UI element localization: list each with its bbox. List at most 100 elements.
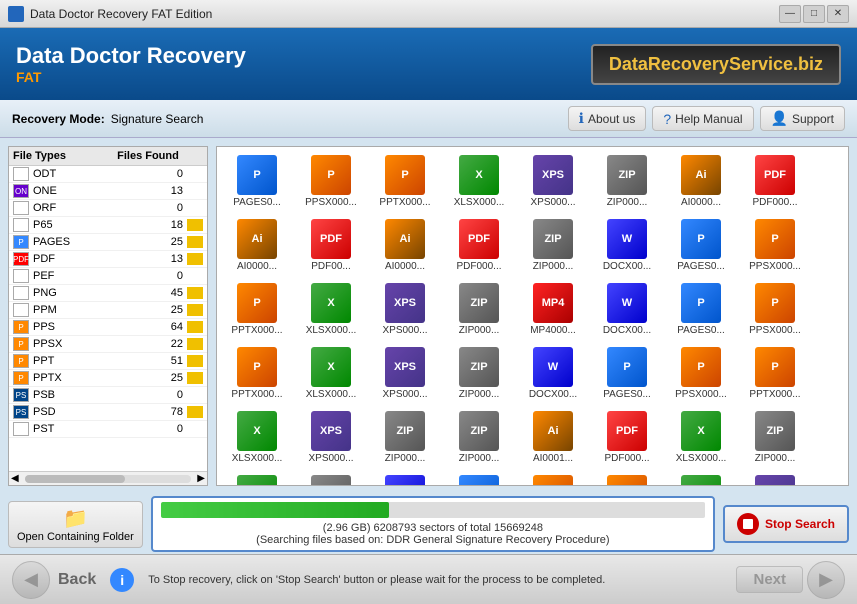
grid-file-item[interactable]: P PPSX000... <box>295 151 367 213</box>
grid-file-item[interactable]: PPAGES0... <box>221 151 293 213</box>
user-icon: 👤 <box>771 110 788 127</box>
grid-file-label: PPSX000... <box>668 389 734 401</box>
grid-file-item[interactable]: AiAI0001... <box>517 407 589 469</box>
grid-file-label: PPSX000... <box>742 325 808 337</box>
grid-file-item[interactable]: ZIPZIP000... <box>443 343 515 405</box>
grid-file-item[interactable]: MP4MP4000... <box>517 279 589 341</box>
grid-file-item[interactable]: XXLSX000... <box>221 471 293 486</box>
file-type-row[interactable]: PPPTX25 <box>9 370 207 387</box>
file-type-row[interactable]: PPPT51 <box>9 353 207 370</box>
file-type-icon: ON <box>13 184 29 198</box>
file-type-row[interactable]: ONONE13 <box>9 183 207 200</box>
file-type-bar <box>187 338 203 350</box>
grid-file-item[interactable]: ZIPZIP000... <box>295 471 367 486</box>
file-type-bar <box>187 372 203 384</box>
grid-file-label: ZIP000... <box>594 197 660 209</box>
file-type-row[interactable]: PPM25 <box>9 302 207 319</box>
mp4-file-icon: MP4 <box>533 283 573 323</box>
grid-file-item[interactable]: WDOCX00... <box>591 279 663 341</box>
file-type-row[interactable]: PST0 <box>9 421 207 438</box>
file-type-row[interactable]: PPAGES25 <box>9 234 207 251</box>
nav-info-icon: i <box>110 568 134 592</box>
about-button[interactable]: ℹ About us <box>568 106 647 131</box>
file-type-row[interactable]: ORF0 <box>9 200 207 217</box>
grid-file-item[interactable]: XXLSX000... <box>295 343 367 405</box>
grid-file-item[interactable]: PDFPDF000... <box>591 407 663 469</box>
titlebar: Data Doctor Recovery FAT Edition — □ ✕ <box>0 0 857 28</box>
grid-file-item[interactable]: PPPTX000... <box>591 471 663 486</box>
grid-file-item[interactable]: PPPTX000... <box>221 279 293 341</box>
grid-file-item[interactable]: WDOCX00... <box>517 343 589 405</box>
scroll-right-btn[interactable]: ▶ <box>195 473 207 484</box>
stop-search-button[interactable]: Stop Search <box>723 505 849 543</box>
support-button[interactable]: 👤 Support <box>760 106 845 131</box>
grid-file-item[interactable]: AiAI0000... <box>369 215 441 277</box>
open-folder-button[interactable]: 📁 Open Containing Folder <box>8 501 143 548</box>
minimize-button[interactable]: — <box>779 5 801 23</box>
stop-icon-inner <box>743 519 753 529</box>
file-type-name: PSD <box>33 406 157 418</box>
grid-file-item[interactable]: XPSXPS000... <box>517 151 589 213</box>
back-label: Back <box>58 571 96 589</box>
grid-file-item[interactable]: ZIPZIP000... <box>517 215 589 277</box>
grid-file-item[interactable]: PPPSX000... <box>739 215 811 277</box>
file-type-row[interactable]: PSPSB0 <box>9 387 207 404</box>
grid-file-item[interactable]: XPSXPS000... <box>295 407 367 469</box>
file-type-row[interactable]: P6518 <box>9 217 207 234</box>
grid-file-item[interactable]: AiAI0000... <box>221 215 293 277</box>
app-name: Data Doctor Recovery <box>16 43 246 69</box>
grid-file-label: PPSX000... <box>298 197 364 209</box>
grid-file-label: AI0000... <box>224 261 290 273</box>
file-type-row[interactable]: ODT0 <box>9 166 207 183</box>
grid-file-item[interactable]: XXLSX000... <box>665 407 737 469</box>
grid-file-item[interactable]: ZIPZIP000... <box>369 407 441 469</box>
grid-file-item[interactable]: PPPSX000... <box>739 279 811 341</box>
grid-file-label: PDF000... <box>594 453 660 465</box>
file-type-row[interactable]: PNG45 <box>9 285 207 302</box>
grid-file-item[interactable]: PPPSX000... <box>517 471 589 486</box>
file-type-row[interactable]: PEF0 <box>9 268 207 285</box>
close-button[interactable]: ✕ <box>827 5 849 23</box>
grid-file-item[interactable]: PPAGES0... <box>665 215 737 277</box>
file-type-icon: P <box>13 320 29 334</box>
help-button[interactable]: ? Help Manual <box>652 106 753 131</box>
grid-file-item[interactable]: PPPTX000... <box>739 343 811 405</box>
grid-file-item[interactable]: PDFPDF000... <box>443 215 515 277</box>
ppsx-file-icon: P <box>311 155 351 195</box>
grid-file-item[interactable]: PPPTX000... <box>221 343 293 405</box>
grid-file-item[interactable]: AiAI0000... <box>665 151 737 213</box>
xps-file-icon: XPS <box>755 475 795 486</box>
scroll-left-btn[interactable]: ◀ <box>9 473 21 484</box>
grid-file-item[interactable]: ZIPZIP000... <box>443 407 515 469</box>
file-type-row[interactable]: PDFPDF13 <box>9 251 207 268</box>
file-grid-panel[interactable]: PPAGES0...PPPSX000...PPPTX000...XXLSX000… <box>216 146 849 486</box>
grid-file-item[interactable]: PDFPDF00... <box>295 215 367 277</box>
grid-file-item[interactable]: XPSXPS000... <box>369 343 441 405</box>
grid-file-item[interactable]: PPPSX000... <box>665 343 737 405</box>
maximize-button[interactable]: □ <box>803 5 825 23</box>
next-arrow-button[interactable]: ▶ <box>807 561 845 599</box>
grid-file-item[interactable]: XXLSX000... <box>221 407 293 469</box>
grid-file-item[interactable]: ZIPZIP000... <box>591 151 663 213</box>
grid-file-item[interactable]: PPAGES0... <box>443 471 515 486</box>
back-arrow-button[interactable]: ◀ <box>12 561 50 599</box>
grid-file-item[interactable]: PPAGES0... <box>591 343 663 405</box>
grid-file-item[interactable]: WDOCX00... <box>369 471 441 486</box>
grid-file-item[interactable]: ZIPZIP000... <box>739 407 811 469</box>
file-type-row[interactable]: PSPSD78 <box>9 404 207 421</box>
grid-file-item[interactable]: PPAGES0... <box>665 279 737 341</box>
file-type-row[interactable]: PPPSX22 <box>9 336 207 353</box>
grid-file-item[interactable]: XXLSX000... <box>295 279 367 341</box>
file-type-row[interactable]: PPPS64 <box>9 319 207 336</box>
grid-file-item[interactable]: PDFPDF000... <box>739 151 811 213</box>
next-button[interactable]: Next <box>736 566 803 593</box>
scroll-thumb[interactable] <box>25 475 125 483</box>
grid-file-item[interactable]: XXLSX000... <box>443 151 515 213</box>
grid-file-item[interactable]: XXLSX000... <box>665 471 737 486</box>
grid-file-item[interactable]: XPSXPS000... <box>739 471 811 486</box>
grid-file-item[interactable]: PPPTX000... <box>369 151 441 213</box>
grid-file-item[interactable]: ZIPZIP000... <box>443 279 515 341</box>
grid-file-item[interactable]: XPSXPS000... <box>369 279 441 341</box>
grid-file-item[interactable]: WDOCX00... <box>591 215 663 277</box>
horizontal-scrollbar[interactable]: ◀ ▶ <box>9 471 207 485</box>
